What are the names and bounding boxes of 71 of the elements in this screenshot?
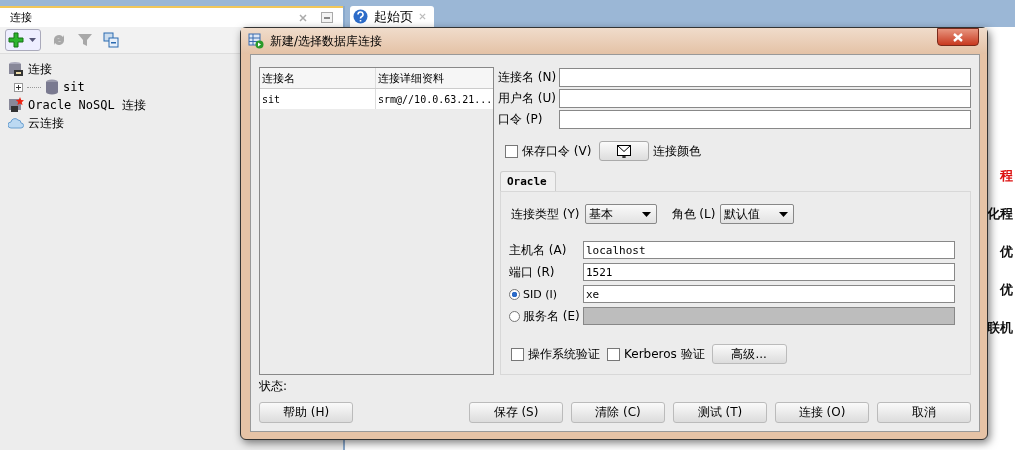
field-label: SID (I) (523, 287, 558, 301)
field-label: 服务名 (E) (523, 307, 580, 325)
column-header[interactable]: 连接名 (260, 68, 376, 88)
advanced-button[interactable]: 高级... (711, 344, 787, 365)
column-header[interactable]: 连接详细资料 (376, 70, 493, 86)
dialog-button[interactable]: 清除 (C) (571, 402, 665, 423)
input-field[interactable]: 1521 (583, 263, 955, 282)
checkbox[interactable] (505, 144, 518, 158)
close-icon[interactable] (299, 13, 307, 22)
field-label: 端口 (R) (509, 263, 555, 281)
radio-button[interactable] (509, 288, 520, 300)
field-label: 用户名 (U) (498, 90, 557, 108)
add-button[interactable] (5, 29, 41, 51)
panel-title: 连接 (10, 10, 32, 25)
input-field[interactable] (559, 109, 971, 129)
filter-icon[interactable] (77, 32, 93, 48)
table-cell[interactable]: srm@//10.0.63.21... (376, 93, 493, 105)
dialog-button[interactable]: 连接 (O) (775, 402, 869, 423)
checkbox-label: 操作系统验证 (528, 345, 600, 363)
input-field[interactable]: xe (583, 285, 955, 304)
envelope-icon (617, 144, 632, 158)
dialog-button[interactable]: 取消 (877, 402, 971, 423)
tree-item[interactable]: Oracle NoSQL 连接 (28, 96, 146, 114)
start-page-text: 化程 (987, 205, 1013, 223)
dialog-button[interactable]: 测试 (T) (673, 402, 767, 423)
dialog-title: 新建/选择数据库连接 (270, 32, 383, 50)
start-page-tab[interactable]: 起始页 (350, 6, 434, 27)
table-cell[interactable]: sit (260, 89, 376, 109)
dropdown[interactable]: 默认值 (720, 204, 795, 225)
database-connect-icon (248, 33, 264, 49)
caret-icon (779, 211, 789, 217)
input-field[interactable]: localhost (583, 241, 955, 260)
start-page-text: 联机 (987, 319, 1013, 337)
field-label: 主机名 (A) (509, 241, 567, 259)
tree-item[interactable]: 云连接 (28, 114, 64, 132)
color-label: 连接颜色 (653, 142, 702, 160)
expander-icon[interactable] (14, 82, 23, 92)
status-label: 状态: (259, 378, 289, 394)
color-button[interactable] (599, 141, 650, 162)
field-label: 连接名 (N) (498, 69, 558, 87)
oracle-tab[interactable]: Oracle (500, 171, 556, 192)
input-field[interactable] (559, 68, 971, 88)
database-icon (8, 61, 24, 77)
minimize-icon[interactable] (321, 12, 333, 23)
dropdown[interactable]: 基本 (584, 204, 657, 225)
database-icon (45, 79, 59, 95)
caret-icon (641, 211, 651, 217)
plus-icon (8, 32, 24, 48)
start-page-text: 优 (1000, 281, 1013, 299)
checkbox[interactable] (511, 347, 524, 361)
close-button[interactable] (937, 28, 979, 46)
close-icon[interactable] (419, 13, 426, 20)
tree-item[interactable]: 连接 (28, 60, 52, 78)
help-icon (353, 9, 368, 24)
dialog-button[interactable]: 保存 (S) (469, 402, 563, 423)
caret-icon (29, 38, 36, 42)
close-icon (952, 32, 964, 42)
field-label: 连接类型 (Y) (511, 205, 580, 223)
checkbox[interactable] (607, 347, 620, 361)
help-button[interactable]: 帮助 (H) (259, 402, 353, 423)
tree-item[interactable]: sit (63, 80, 85, 94)
checkbox-label: 保存口令 (V) (522, 142, 592, 160)
start-page-text: 程 (1000, 167, 1013, 185)
collapse-icon[interactable] (103, 32, 119, 48)
cloud-icon (8, 117, 24, 129)
database-icon (8, 97, 24, 113)
checkbox-label: Kerberos 验证 (624, 345, 705, 363)
start-page-text: 优 (1000, 243, 1013, 261)
field-label: 角色 (L) (671, 205, 716, 223)
input-field[interactable] (559, 89, 971, 109)
field-label: 口令 (P) (498, 110, 544, 128)
